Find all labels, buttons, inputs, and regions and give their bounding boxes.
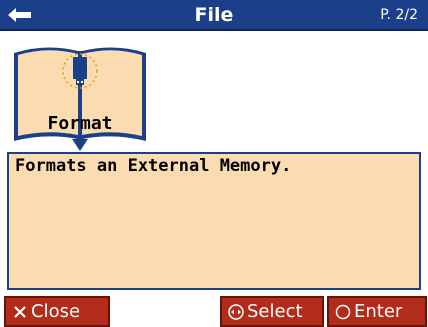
close-button[interactable]: Close [4, 296, 110, 327]
select-label: Select [247, 301, 303, 322]
tile-label: Format [47, 113, 113, 134]
x-icon [14, 306, 26, 318]
description-panel: Formats an External Memory. [7, 152, 421, 290]
circle-icon [335, 304, 351, 320]
enter-label: Enter [354, 301, 403, 322]
format-tile[interactable]: Format [12, 43, 148, 153]
title-bar: File P. 2/2 [0, 0, 428, 31]
close-label: Close [31, 301, 81, 322]
dial-icon [228, 304, 244, 320]
page-indicator: P. 2/2 [380, 7, 418, 23]
enter-button[interactable]: Enter [327, 296, 427, 327]
usb-memory-icon [62, 53, 98, 89]
page-title: File [194, 4, 234, 26]
select-button[interactable]: Select [220, 296, 324, 327]
function-bar: Close Select Enter [0, 296, 428, 327]
